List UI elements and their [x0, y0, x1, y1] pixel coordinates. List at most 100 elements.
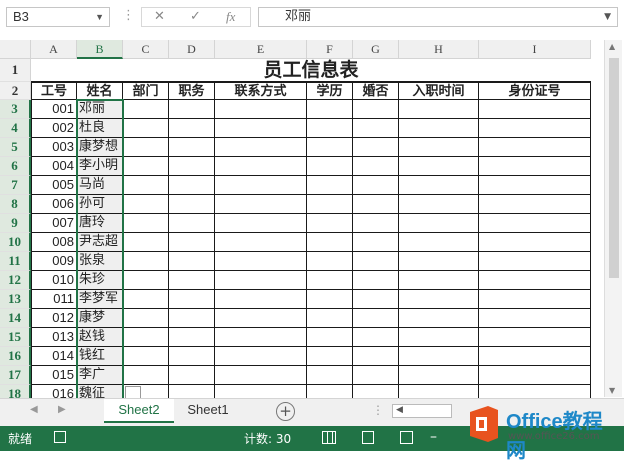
- table-cell[interactable]: [479, 252, 591, 271]
- table-cell[interactable]: [353, 328, 399, 347]
- table-cell[interactable]: [169, 290, 215, 309]
- employee-name-cell[interactable]: 李广: [77, 366, 123, 385]
- table-cell[interactable]: [479, 290, 591, 309]
- table-cell[interactable]: [169, 366, 215, 385]
- table-cell[interactable]: [399, 347, 479, 366]
- table-cell[interactable]: [169, 157, 215, 176]
- sheet-title[interactable]: 员工信息表: [31, 59, 591, 82]
- employee-id-cell[interactable]: 012: [31, 309, 77, 328]
- table-cell[interactable]: [123, 233, 169, 252]
- table-cell[interactable]: [479, 309, 591, 328]
- table-cell[interactable]: [399, 195, 479, 214]
- table-header-cell[interactable]: 部门: [123, 82, 169, 100]
- table-cell[interactable]: [399, 252, 479, 271]
- table-cell[interactable]: [353, 138, 399, 157]
- table-cell[interactable]: [353, 214, 399, 233]
- employee-name-cell[interactable]: 康梦: [77, 309, 123, 328]
- column-header-c[interactable]: C: [123, 40, 169, 59]
- table-cell[interactable]: [215, 195, 307, 214]
- table-cell[interactable]: [123, 214, 169, 233]
- table-cell[interactable]: [353, 309, 399, 328]
- name-box-dropdown-icon[interactable]: ▼: [95, 8, 104, 26]
- table-cell[interactable]: [215, 252, 307, 271]
- table-cell[interactable]: [169, 328, 215, 347]
- table-cell[interactable]: [307, 366, 353, 385]
- macro-record-icon[interactable]: [54, 431, 66, 443]
- table-cell[interactable]: [353, 157, 399, 176]
- table-cell[interactable]: [123, 328, 169, 347]
- employee-id-cell[interactable]: 005: [31, 176, 77, 195]
- table-cell[interactable]: [307, 252, 353, 271]
- table-cell[interactable]: [123, 195, 169, 214]
- employee-name-cell[interactable]: 朱珍: [77, 271, 123, 290]
- table-cell[interactable]: [307, 309, 353, 328]
- table-cell[interactable]: [353, 290, 399, 309]
- table-cell[interactable]: [479, 271, 591, 290]
- table-cell[interactable]: [353, 176, 399, 195]
- table-cell[interactable]: [307, 214, 353, 233]
- table-cell[interactable]: [479, 347, 591, 366]
- table-cell[interactable]: [123, 252, 169, 271]
- table-cell[interactable]: [307, 100, 353, 119]
- table-cell[interactable]: [215, 309, 307, 328]
- page-layout-icon[interactable]: [362, 431, 374, 444]
- row-header-16[interactable]: 16: [0, 347, 31, 366]
- employee-id-cell[interactable]: 001: [31, 100, 77, 119]
- employee-id-cell[interactable]: 002: [31, 119, 77, 138]
- table-cell[interactable]: [479, 328, 591, 347]
- row-header-1[interactable]: 1: [0, 59, 31, 82]
- formula-bar-grip-icon[interactable]: ⋮: [122, 8, 135, 23]
- row-header-15[interactable]: 15: [0, 328, 31, 347]
- table-header-cell[interactable]: 婚否: [353, 82, 399, 100]
- table-cell[interactable]: [399, 290, 479, 309]
- table-cell[interactable]: [399, 214, 479, 233]
- table-cell[interactable]: [307, 119, 353, 138]
- table-cell[interactable]: [353, 119, 399, 138]
- table-cell[interactable]: [307, 233, 353, 252]
- row-header-5[interactable]: 5: [0, 138, 31, 157]
- tab-sheet1[interactable]: Sheet1: [176, 399, 240, 423]
- column-header-d[interactable]: D: [169, 40, 215, 59]
- normal-view-icon[interactable]: [322, 431, 336, 444]
- table-header-cell[interactable]: 职务: [169, 82, 215, 100]
- employee-name-cell[interactable]: 尹志超: [77, 233, 123, 252]
- table-cell[interactable]: [169, 100, 215, 119]
- table-cell[interactable]: [215, 366, 307, 385]
- table-cell[interactable]: [399, 157, 479, 176]
- tab-scroll-left-icon[interactable]: ◀: [30, 404, 38, 415]
- table-cell[interactable]: [307, 195, 353, 214]
- table-cell[interactable]: [307, 328, 353, 347]
- employee-name-cell[interactable]: 张泉: [77, 252, 123, 271]
- employee-name-cell[interactable]: 唐玲: [77, 214, 123, 233]
- row-header-2[interactable]: 2: [0, 82, 31, 100]
- table-cell[interactable]: [399, 271, 479, 290]
- employee-id-cell[interactable]: 013: [31, 328, 77, 347]
- table-cell[interactable]: [479, 214, 591, 233]
- table-cell[interactable]: [169, 252, 215, 271]
- table-cell[interactable]: [123, 290, 169, 309]
- column-header-b[interactable]: B: [77, 40, 123, 59]
- table-header-cell[interactable]: 身份证号: [479, 82, 591, 100]
- table-cell[interactable]: [215, 176, 307, 195]
- table-cell[interactable]: [353, 233, 399, 252]
- table-cell[interactable]: [123, 138, 169, 157]
- table-cell[interactable]: [169, 138, 215, 157]
- add-sheet-icon[interactable]: +: [276, 402, 295, 421]
- table-cell[interactable]: [479, 100, 591, 119]
- column-header-i[interactable]: I: [479, 40, 591, 59]
- employee-name-cell[interactable]: 李梦军: [77, 290, 123, 309]
- employee-name-cell[interactable]: 赵钱: [77, 328, 123, 347]
- employee-id-cell[interactable]: 008: [31, 233, 77, 252]
- zoom-out-icon[interactable]: –: [430, 429, 437, 445]
- row-header-4[interactable]: 4: [0, 119, 31, 138]
- name-box[interactable]: B3 ▼: [6, 7, 110, 27]
- table-cell[interactable]: [215, 233, 307, 252]
- table-cell[interactable]: [479, 366, 591, 385]
- row-header-6[interactable]: 6: [0, 157, 31, 176]
- scroll-down-icon[interactable]: ▼: [609, 386, 615, 395]
- row-header-3[interactable]: 3: [0, 100, 31, 119]
- table-cell[interactable]: [399, 119, 479, 138]
- column-header-g[interactable]: G: [353, 40, 399, 59]
- table-cell[interactable]: [353, 366, 399, 385]
- row-header-13[interactable]: 13: [0, 290, 31, 309]
